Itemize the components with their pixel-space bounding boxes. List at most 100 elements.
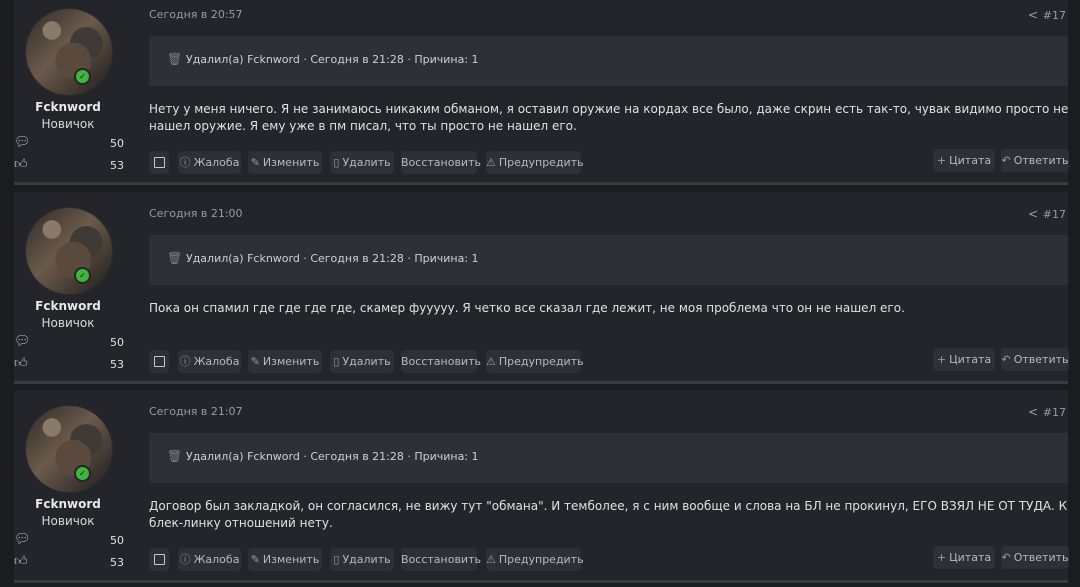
select-checkbox[interactable]	[149, 151, 169, 174]
warn-button[interactable]: ⚠ Предупредить	[486, 151, 584, 174]
report-button[interactable]: ⓘ Жалоба	[178, 548, 241, 571]
messages-count: 50	[110, 336, 124, 349]
post-date[interactable]: Сегодня в 20:57	[149, 8, 243, 21]
post-text: Договор был закладкой, он согласился, не…	[149, 499, 1068, 530]
restore-button[interactable]: Восстановить	[401, 350, 481, 373]
online-status-icon: ✓	[74, 267, 91, 284]
post-number[interactable]: #17	[1043, 406, 1066, 419]
messages-icon: 💬︎	[14, 135, 31, 150]
report-label: Жалоба	[193, 355, 240, 368]
warn-button[interactable]: ⚠ Предупредить	[486, 548, 584, 571]
deleted-notice: 🗑︎ Удалил(а) Fcknword · Сегодня в 21:28 …	[149, 235, 1068, 285]
deleted-notice: 🗑︎ Удалил(а) Fcknword · Сегодня в 21:28 …	[149, 433, 1068, 483]
share-icon[interactable]: <	[1028, 405, 1038, 419]
quote-button[interactable]: + Цитата	[933, 348, 995, 371]
reply-label: Ответить	[1013, 154, 1069, 167]
reply-button[interactable]: ↶ Ответить	[1001, 546, 1069, 569]
edit-label: Изменить	[262, 553, 320, 566]
delete-button[interactable]: ▯ Удалить	[330, 350, 394, 373]
warning-icon: ⚠	[486, 553, 496, 566]
reactions-count: 53	[110, 159, 124, 172]
reply-button[interactable]: ↶ Ответить	[1001, 348, 1069, 371]
post: ✓ Fcknword Новичок 💬︎ 50 👍︎ 53 Сегодня в…	[14, 192, 1069, 384]
quote-label: Цитата	[949, 551, 992, 564]
trash-icon: 🗑︎	[167, 251, 183, 265]
trash-icon: ▯	[333, 156, 340, 169]
online-status-icon: ✓	[74, 465, 91, 482]
post-content: Сегодня в 21:07 < #17 🗑︎ Удалил(а) Fcknw…	[149, 390, 1069, 580]
restore-button[interactable]: Восстановить	[401, 151, 481, 174]
messages-icon: 💬︎	[14, 532, 31, 547]
reply-button[interactable]: ↶ Ответить	[1001, 149, 1069, 172]
reply-icon: ↶	[1001, 353, 1011, 366]
select-checkbox[interactable]	[149, 548, 169, 571]
avatar[interactable]	[25, 8, 113, 96]
restore-label: Восстановить	[401, 553, 481, 566]
edit-button[interactable]: ✎ Изменить	[248, 151, 322, 174]
quote-button[interactable]: + Цитата	[933, 149, 995, 172]
messages-stat: 💬︎ 50	[14, 135, 124, 151]
avatar[interactable]	[25, 207, 113, 295]
reactions-count: 53	[110, 556, 124, 569]
post-date[interactable]: Сегодня в 21:07	[149, 405, 243, 418]
reply-label: Ответить	[1013, 551, 1069, 564]
user-panel: ✓ Fcknword Новичок 💬︎ 50 👍︎ 53	[14, 0, 136, 182]
reactions-stat: 👍︎ 53	[14, 356, 124, 372]
report-label: Жалоба	[193, 553, 240, 566]
trash-icon: ▯	[333, 553, 340, 566]
post-date[interactable]: Сегодня в 21:00	[149, 207, 243, 220]
plus-icon: +	[936, 551, 947, 564]
username[interactable]: Fcknword	[14, 299, 122, 313]
deleted-info: Удалил(а) Fcknword · Сегодня в 21:28 · П…	[186, 252, 479, 265]
share-icon[interactable]: <	[1028, 207, 1038, 221]
reply-icon: ↶	[1001, 154, 1011, 167]
messages-stat: 💬︎ 50	[14, 334, 124, 350]
messages-count: 50	[110, 534, 124, 547]
avatar[interactable]	[25, 405, 113, 493]
select-checkbox[interactable]	[149, 350, 169, 373]
reactions-stat: 👍︎ 53	[14, 554, 124, 570]
deleted-notice: 🗑︎ Удалил(а) Fcknword · Сегодня в 21:28 …	[149, 36, 1068, 86]
username[interactable]: Fcknword	[14, 497, 122, 511]
delete-button[interactable]: ▯ Удалить	[330, 548, 394, 571]
restore-label: Восстановить	[401, 156, 481, 169]
share-icon[interactable]: <	[1028, 8, 1038, 22]
warn-button[interactable]: ⚠ Предупредить	[486, 350, 584, 373]
pencil-icon: ✎	[250, 156, 260, 169]
report-button[interactable]: ⓘ Жалоба	[178, 151, 241, 174]
pencil-icon: ✎	[250, 355, 260, 368]
restore-button[interactable]: Восстановить	[401, 548, 481, 571]
trash-icon: 🗑︎	[167, 449, 183, 463]
reply-label: Ответить	[1013, 353, 1069, 366]
reactions-count: 53	[110, 358, 124, 371]
report-button[interactable]: ⓘ Жалоба	[178, 350, 241, 373]
post-text: Нету у меня ничего. Я не занимаюсь никак…	[149, 102, 1069, 133]
user-title: Новичок	[41, 514, 95, 528]
delete-label: Удалить	[342, 156, 391, 169]
warn-label: Предупредить	[498, 156, 584, 169]
user-title: Новичок	[41, 316, 95, 330]
quote-label: Цитата	[949, 353, 992, 366]
restore-label: Восстановить	[401, 355, 481, 368]
post-number[interactable]: #17	[1043, 208, 1066, 221]
warn-label: Предупредить	[498, 553, 584, 566]
edit-button[interactable]: ✎ Изменить	[248, 350, 322, 373]
deleted-info: Удалил(а) Fcknword · Сегодня в 21:28 · П…	[186, 53, 479, 66]
thumbs-up-icon: 👍︎	[14, 554, 28, 569]
warn-label: Предупредить	[498, 355, 584, 368]
post-content: Сегодня в 21:00 < #17 🗑︎ Удалил(а) Fcknw…	[149, 192, 1069, 381]
user-title: Новичок	[41, 117, 95, 131]
post-number[interactable]: #17	[1043, 9, 1066, 22]
edit-button[interactable]: ✎ Изменить	[248, 548, 322, 571]
warning-icon: ⚠	[486, 156, 496, 169]
user-panel: ✓ Fcknword Новичок 💬︎ 50 👍︎ 53	[14, 192, 136, 381]
trash-icon: ▯	[333, 355, 340, 368]
thumbs-up-icon: 👍︎	[14, 356, 28, 371]
quote-button[interactable]: + Цитата	[933, 546, 995, 569]
report-icon: ⓘ	[179, 355, 191, 368]
edit-label: Изменить	[262, 355, 320, 368]
post: ✓ Fcknword Новичок 💬︎ 50 👍︎ 53 Сегодня в…	[14, 390, 1069, 583]
username[interactable]: Fcknword	[14, 100, 122, 114]
delete-label: Удалить	[342, 553, 391, 566]
delete-button[interactable]: ▯ Удалить	[330, 151, 394, 174]
